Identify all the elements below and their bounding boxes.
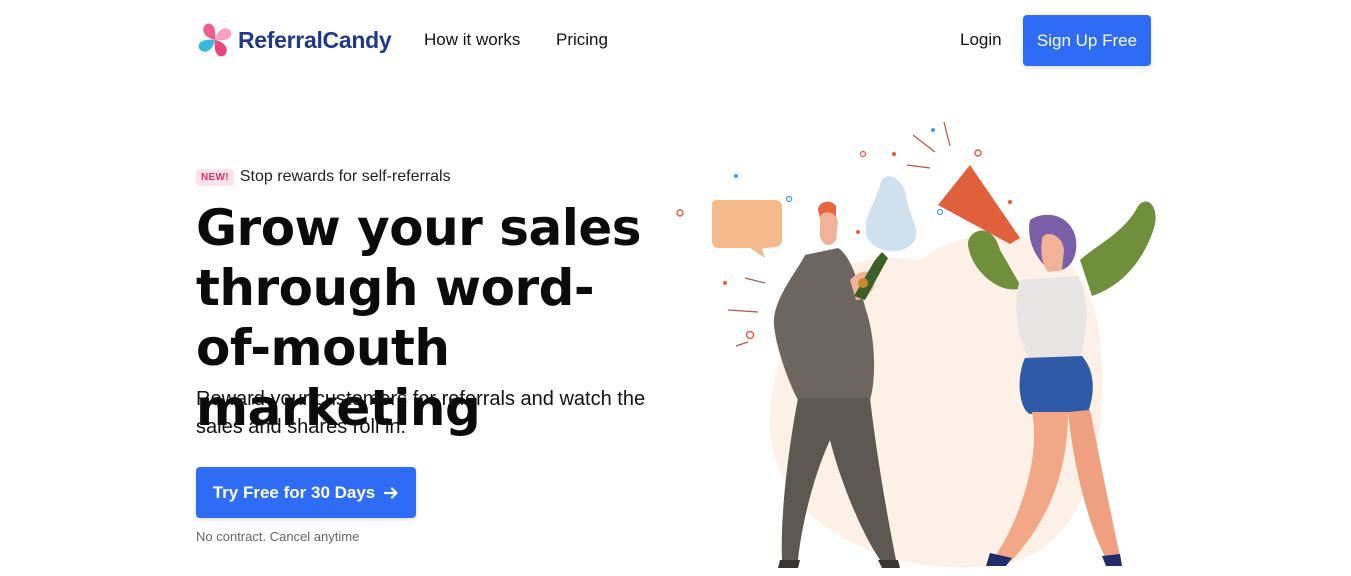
nav-pricing[interactable]: Pricing [556, 30, 608, 50]
announcement[interactable]: NEW! Stop rewards for self-referrals [196, 168, 451, 186]
login-link[interactable]: Login [960, 30, 1002, 50]
nav-how-it-works[interactable]: How it works [424, 30, 520, 50]
try-free-label: Try Free for 30 Days [212, 482, 376, 502]
top-navigation: ReferralCandy How it works Pricing Login… [0, 0, 1351, 80]
arrow-right-icon [384, 486, 398, 499]
try-free-button[interactable]: Try Free for 30 Days [196, 467, 416, 518]
brand-name: ReferralCandy [238, 26, 392, 53]
fine-print: No contract. Cancel anytime [196, 529, 360, 544]
sign-up-button[interactable]: Sign Up Free [1023, 15, 1151, 66]
two-people-celebrating-illustration [676, 121, 1156, 568]
hero-subheadline: Reward your customers for referrals and … [196, 388, 646, 438]
announcement-text: Stop rewards for self-referrals [239, 168, 451, 185]
new-badge: NEW! [196, 168, 234, 186]
logo-swirl-icon [198, 23, 232, 57]
brand-logo[interactable]: ReferralCandy [196, 20, 392, 60]
